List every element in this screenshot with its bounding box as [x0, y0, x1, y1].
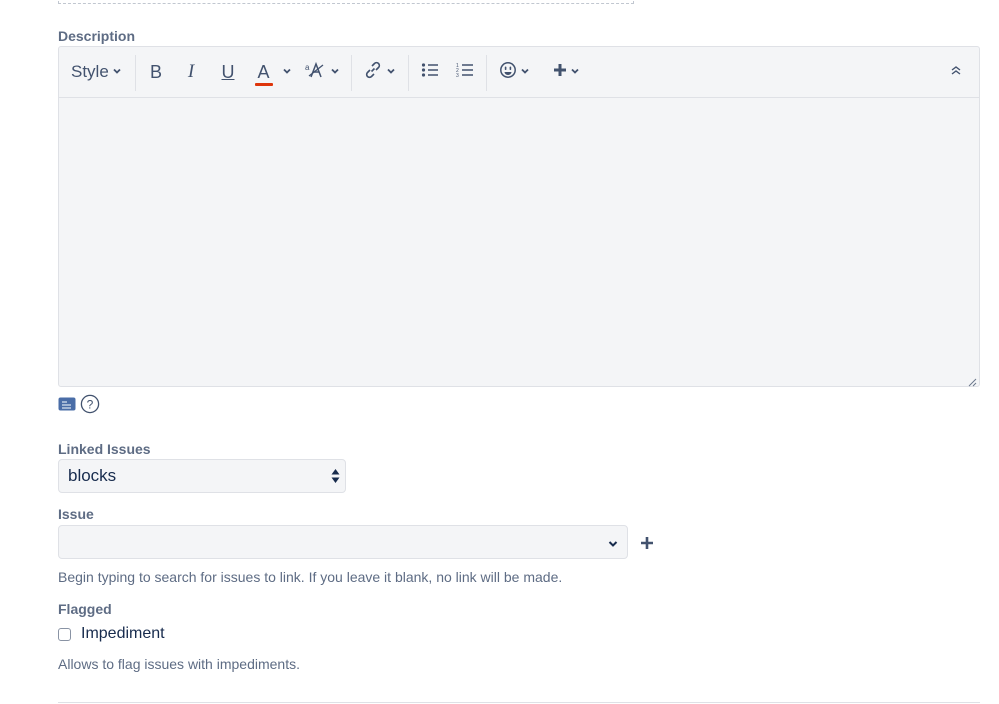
numbered-list-icon: 1 2 3	[456, 62, 474, 83]
emoji-icon	[499, 61, 517, 84]
toolbar-separator	[408, 55, 409, 91]
bullet-list-button[interactable]	[418, 56, 442, 88]
italic-icon: I	[187, 61, 195, 82]
link-button[interactable]	[361, 56, 397, 88]
toolbar-separator	[135, 55, 136, 91]
svg-text:a: a	[305, 63, 310, 72]
emoji-button[interactable]	[496, 56, 532, 88]
chevron-down-icon	[112, 63, 122, 81]
linked-issues-select[interactable]: blocks	[58, 459, 346, 493]
select-updown-icon	[331, 468, 340, 489]
attachment-icon[interactable]	[58, 396, 76, 417]
bullet-list-icon	[421, 62, 439, 83]
resize-handle-icon[interactable]	[967, 374, 977, 387]
chevron-down-icon	[282, 63, 292, 81]
linked-issues-label: Linked Issues	[58, 441, 151, 457]
link-icon	[363, 60, 383, 85]
impediment-checkbox[interactable]	[58, 628, 71, 641]
style-dropdown-label: Style	[71, 62, 109, 81]
style-dropdown[interactable]: Style	[71, 56, 122, 88]
svg-text:3: 3	[456, 73, 459, 78]
text-color-swatch	[254, 82, 273, 86]
previous-field-border	[58, 0, 634, 4]
bold-button[interactable]: B	[145, 56, 167, 88]
text-style-button[interactable]: a	[304, 56, 340, 88]
underline-button[interactable]: U	[217, 56, 239, 88]
chevron-down-icon	[570, 63, 580, 81]
issue-help-text: Begin typing to search for issues to lin…	[58, 569, 563, 585]
chevron-down-icon	[607, 537, 619, 555]
plus-icon	[640, 537, 654, 554]
editor-toolbar: Style B I U A a 1 2 3	[59, 47, 979, 98]
insert-plus-icon	[553, 63, 567, 82]
add-issue-button[interactable]	[640, 536, 654, 555]
chevron-down-icon	[386, 63, 396, 81]
numbered-list-button[interactable]: 1 2 3	[453, 56, 477, 88]
svg-text:?: ?	[87, 398, 94, 412]
text-style-icon: a	[305, 61, 327, 84]
description-editor[interactable]: Style B I U A a 1 2 3	[58, 46, 980, 387]
editor-footer-icons: ?	[58, 394, 100, 419]
issue-search-select[interactable]	[58, 525, 628, 559]
collapse-toolbar-button[interactable]	[945, 56, 967, 88]
flagged-help-text: Allows to flag issues with impediments.	[58, 656, 300, 672]
description-textarea[interactable]	[59, 97, 979, 386]
section-divider	[58, 702, 980, 703]
collapse-toolbar-icon	[950, 63, 962, 81]
description-label: Description	[58, 28, 136, 44]
toolbar-separator	[351, 55, 352, 91]
toolbar-separator	[486, 55, 487, 91]
chevron-down-icon	[520, 63, 530, 81]
linked-issues-selected-value: blocks	[68, 466, 117, 485]
insert-more-button[interactable]	[549, 56, 583, 88]
text-color-icon: A	[254, 62, 273, 86]
flagged-label: Flagged	[58, 601, 112, 617]
underline-icon: U	[221, 61, 235, 82]
issue-label: Issue	[58, 506, 94, 522]
italic-button[interactable]: I	[180, 56, 202, 88]
impediment-checkbox-label[interactable]: Impediment	[81, 625, 165, 643]
help-icon[interactable]: ?	[80, 394, 100, 419]
text-color-button[interactable]: A	[253, 56, 293, 88]
bold-icon: B	[149, 61, 162, 82]
chevron-down-icon	[330, 63, 340, 81]
